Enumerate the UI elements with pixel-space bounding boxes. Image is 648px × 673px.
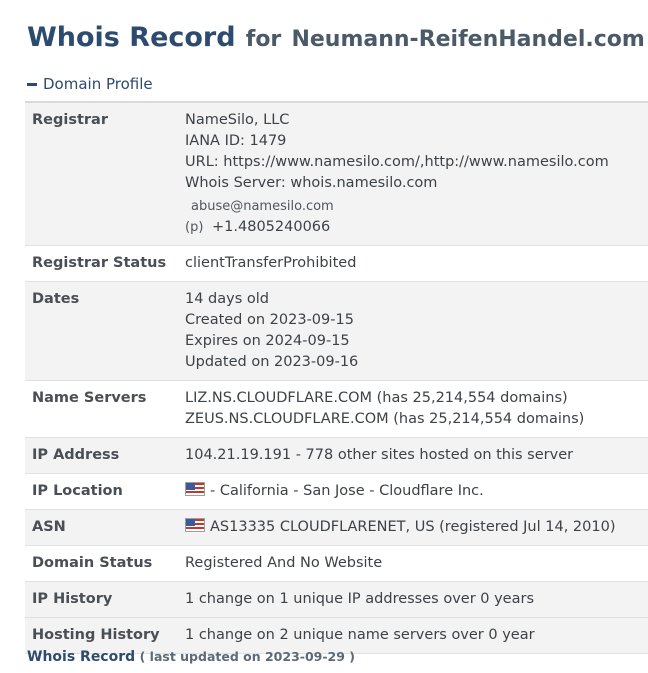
minus-icon [27,82,37,86]
row-dates: Dates 14 days old Created on 2023-09-15 … [25,281,648,381]
domain-profile-table: Registrar NameSilo, LLC IANA ID: 1479 UR… [25,101,648,654]
row-registrar-status: Registrar Status clientTransferProhibite… [25,245,648,282]
domain-profile-label: Domain Profile [43,75,153,93]
footer: Whois Record ( last updated on 2023-09-2… [27,649,355,665]
page-title-main: Whois Record [27,22,236,53]
row-registrar: Registrar NameSilo, LLC IANA ID: 1479 UR… [25,102,648,246]
domain-profile-toggle[interactable]: Domain Profile [27,75,153,93]
registrar-label: Registrar [25,102,185,246]
us-flag-icon [185,518,205,532]
page-title-for: for [245,27,282,52]
registrar-email: abuse@namesilo.com [191,199,334,214]
registrar-phone: +1.4805240066 [212,219,331,235]
domain-status-label: Domain Status [25,545,185,582]
ip-address-label: IP Address [25,437,185,474]
registrar-name: NameSilo, LLC [185,112,290,128]
ip-location-value: - California - San Jose - Cloudflare Inc… [210,483,484,499]
phone-prefix: (p) [185,220,204,235]
dates-expires: Expires on 2024-09-15 [185,333,350,349]
registrar-url: URL: https://www.namesilo.com/,http://ww… [185,154,609,170]
last-updated-text: ( last updated on 2023-09-29 ) [139,649,356,664]
row-ip-history: IP History 1 change on 1 unique IP addre… [25,581,648,618]
row-domain-status: Domain Status Registered And No Website [25,545,648,582]
name-servers-label: Name Servers [25,380,185,438]
us-flag-icon [185,482,205,496]
registrar-status-label: Registrar Status [25,245,185,282]
page-title-domain: Neumann-ReifenHandel.com [291,27,645,52]
dates-updated: Updated on 2023-09-16 [185,354,359,370]
dates-created: Created on 2023-09-15 [185,312,354,328]
name-server-2[interactable]: ZEUS.NS.CLOUDFLARE.COM (has 25,214,554 d… [185,409,648,430]
row-name-servers: Name Servers LIZ.NS.CLOUDFLARE.COM (has … [25,380,648,438]
registrar-whois-server: Whois Server: whois.namesilo.com [185,175,438,191]
domain-status-value: Registered And No Website [185,545,648,582]
dates-label: Dates [25,281,185,381]
dates-age: 14 days old [185,291,269,307]
ip-location-label: IP Location [25,473,185,510]
ip-address-value[interactable]: 104.21.19.191 - 778 other sites hosted o… [185,437,648,474]
registrar-value: NameSilo, LLC IANA ID: 1479 URL: https:/… [185,102,648,246]
asn-label: ASN [25,509,185,546]
row-ip-address: IP Address 104.21.19.191 - 778 other sit… [25,437,648,474]
page-title: Whois Record for Neumann-ReifenHandel.co… [27,16,645,54]
row-asn: ASN AS13335 CLOUDFLARENET, US (registere… [25,509,648,546]
whois-record-link[interactable]: Whois Record [27,649,135,665]
row-ip-location: IP Location - California - San Jose - Cl… [25,473,648,510]
ip-history-value[interactable]: 1 change on 1 unique IP addresses over 0… [185,581,648,618]
name-server-1[interactable]: LIZ.NS.CLOUDFLARE.COM (has 25,214,554 do… [185,388,648,409]
registrar-iana: IANA ID: 1479 [185,133,287,149]
registrar-status-value: clientTransferProhibited [185,245,648,282]
ip-history-label: IP History [25,581,185,618]
asn-value: AS13335 CLOUDFLARENET, US (registered Ju… [210,519,616,535]
